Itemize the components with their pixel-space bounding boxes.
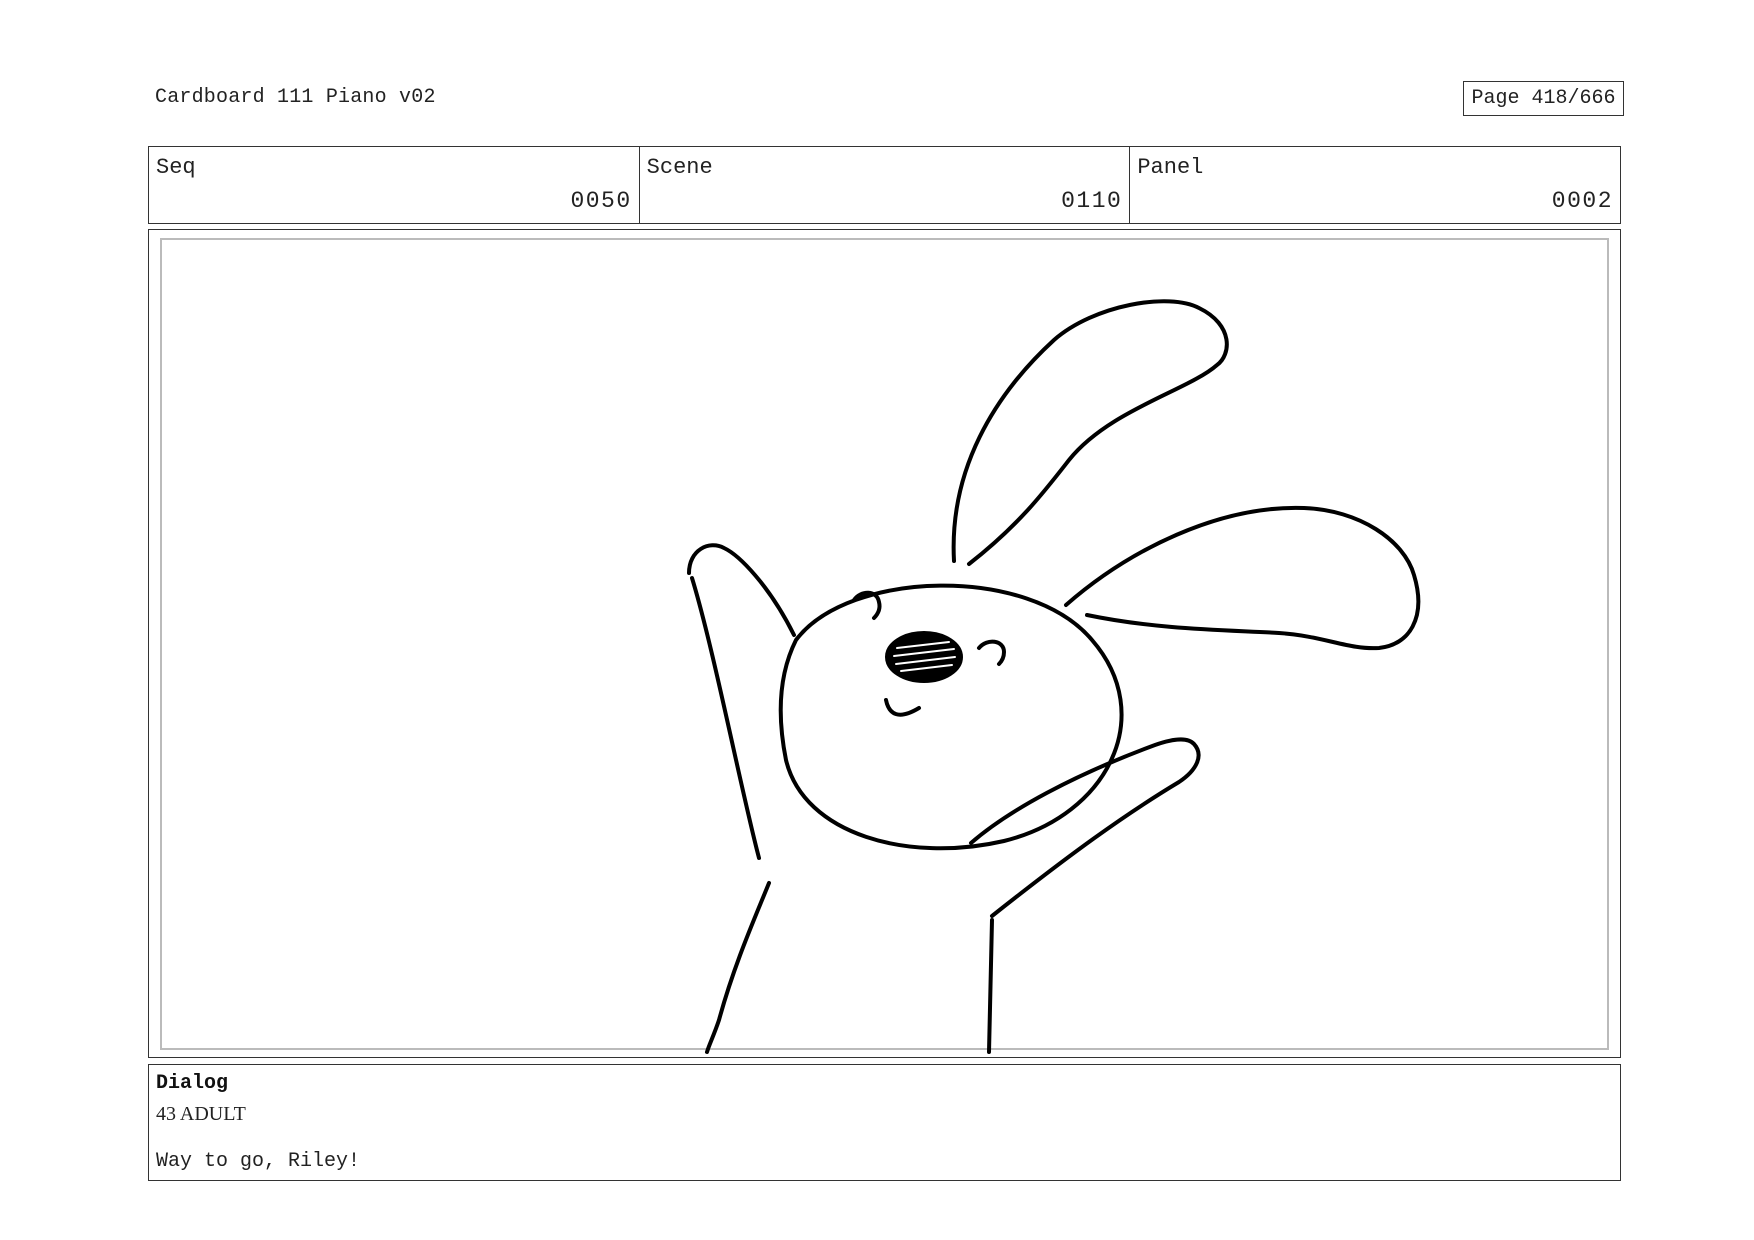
rabbit-mouth	[884, 698, 921, 717]
seq-label: Seq	[156, 155, 196, 180]
dialog-line: Way to go, Riley!	[156, 1150, 361, 1173]
panel-label: Panel	[1137, 155, 1204, 180]
rabbit-body-left	[705, 881, 771, 1054]
storyboard-panel	[148, 229, 1621, 1058]
panel-value: 0002	[1551, 188, 1614, 214]
page-indicator: Page 418/666	[1463, 81, 1624, 116]
rabbit-arm-left	[687, 543, 796, 860]
seq-cell: Seq 0050	[149, 147, 640, 223]
dialog-heading: Dialog	[156, 1072, 229, 1095]
rabbit-ear-right	[1064, 505, 1421, 651]
rabbit-head-outline	[778, 583, 1124, 851]
scene-value: 0110	[1061, 188, 1123, 214]
document-title: Cardboard 111 Piano v02	[155, 86, 436, 109]
seq-value: 0050	[570, 188, 632, 214]
rabbit-sketch-icon	[687, 299, 1421, 1054]
scene-label: Scene	[646, 155, 713, 180]
rabbit-body-right	[987, 918, 994, 1054]
rabbit-eye-right	[977, 639, 1006, 666]
shot-info-table: Seq 0050 Scene 0110 Panel 0002	[148, 146, 1621, 224]
rabbit-ear-left	[951, 299, 1229, 566]
panel-cell: Panel 0002	[1130, 147, 1620, 223]
rabbit-arm-right	[969, 737, 1201, 918]
dialog-speaker: 43 ADULT	[156, 1103, 246, 1125]
scene-cell: Scene 0110	[640, 147, 1131, 223]
dialog-box: Dialog 43 ADULT Way to go, Riley!	[148, 1064, 1621, 1181]
